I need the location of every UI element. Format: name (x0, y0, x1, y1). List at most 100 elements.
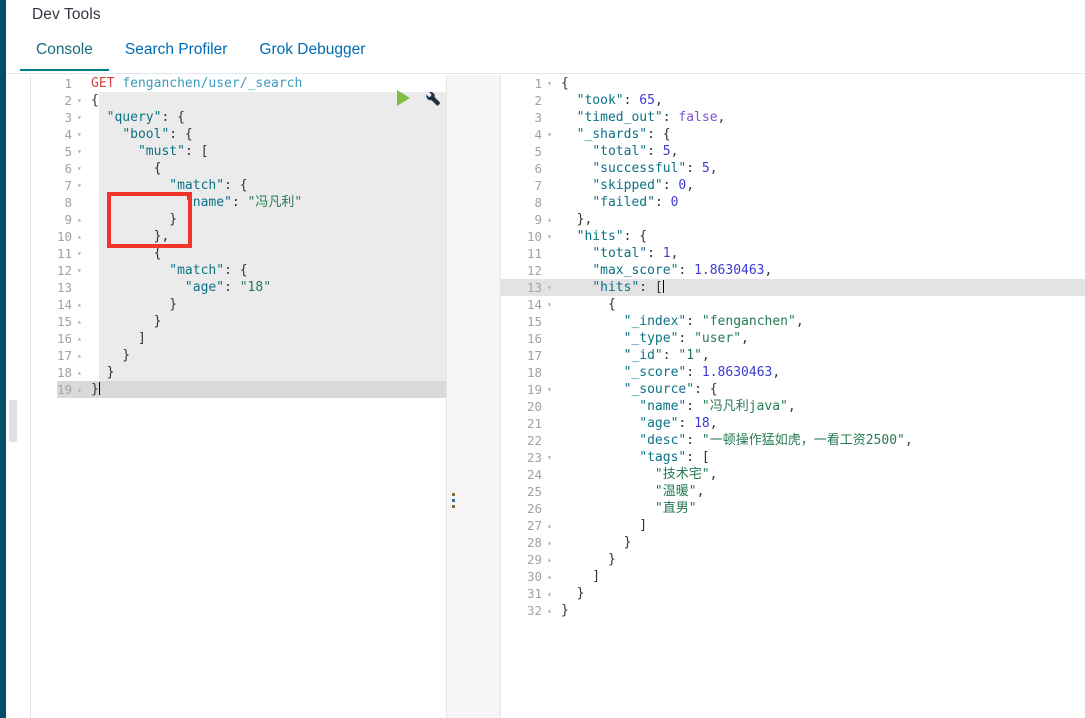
code-line[interactable]: 18 "_score": 1.8630463, (501, 364, 1085, 381)
code-text: } (91, 297, 178, 312)
fold-toggle-icon[interactable]: ▴ (75, 347, 88, 364)
fold-toggle-icon[interactable]: ▾ (75, 109, 88, 126)
code-line[interactable]: 3 ▾ "query": { (31, 109, 446, 126)
code-line[interactable]: 17 ▴ } (31, 347, 446, 364)
code-line[interactable]: 32 ▴} (501, 602, 1085, 619)
fold-toggle-icon[interactable]: ▾ (75, 177, 88, 194)
request-pane[interactable]: 1 GET fenganchen/user/_search 2 ▾{3 ▾ "query… (30, 75, 447, 718)
code-line[interactable]: 26 "直男" (501, 500, 1085, 517)
code-line[interactable]: 3 "timed_out": false, (501, 109, 1085, 126)
tab-search-profiler[interactable]: Search Profiler (109, 38, 244, 71)
code-line[interactable]: 5 "total": 5, (501, 143, 1085, 160)
code-line[interactable]: 7 ▾ "match": { (31, 177, 446, 194)
fold-toggle-icon[interactable]: ▴ (75, 296, 88, 313)
code-line[interactable]: 19 ▴} (31, 381, 446, 398)
line-number: 28 (526, 535, 542, 550)
code-line[interactable]: 21 "age": 18, (501, 415, 1085, 432)
code-line[interactable]: 27 ▴ ] (501, 517, 1085, 534)
fold-toggle-icon[interactable]: ▾ (75, 262, 88, 279)
code-line[interactable]: 9 ▴ }, (501, 211, 1085, 228)
code-line[interactable]: 4 ▾ "bool": { (31, 126, 446, 143)
code-line[interactable]: 12 "max_score": 1.8630463, (501, 262, 1085, 279)
code-line[interactable]: 10 ▾ "hits": { (501, 228, 1085, 245)
code-line[interactable]: 15 "_index": "fenganchen", (501, 313, 1085, 330)
code-line[interactable]: 25 "温暖", (501, 483, 1085, 500)
splitter-grip-icon[interactable] (452, 493, 455, 508)
tab-console[interactable]: Console (20, 38, 109, 71)
fold-toggle-icon[interactable]: ▴ (545, 211, 558, 228)
fold-toggle-icon[interactable]: ▴ (545, 602, 558, 619)
code-line[interactable]: 9 ▴ } (31, 211, 446, 228)
fold-toggle-icon[interactable]: ▴ (75, 330, 88, 347)
fold-toggle-icon[interactable]: ▴ (75, 211, 88, 228)
code-line[interactable]: 1 ▾{ (501, 75, 1085, 92)
code-text: { (91, 161, 162, 176)
code-line[interactable]: 14 ▾ { (501, 296, 1085, 313)
code-line[interactable]: 31 ▴ } (501, 585, 1085, 602)
fold-toggle-icon[interactable]: ▾ (75, 143, 88, 160)
code-line[interactable]: 28 ▴ } (501, 534, 1085, 551)
fold-toggle-icon[interactable]: ▾ (545, 381, 558, 398)
fold-toggle-icon[interactable]: ▾ (545, 449, 558, 466)
fold-toggle-icon[interactable]: ▾ (75, 92, 88, 109)
code-line[interactable]: 19 ▾ "_source": { (501, 381, 1085, 398)
code-line[interactable]: 18 ▴ } (31, 364, 446, 381)
code-line[interactable]: 12 ▾ "match": { (31, 262, 446, 279)
code-line[interactable]: 7 "skipped": 0, (501, 177, 1085, 194)
play-icon[interactable] (397, 89, 410, 106)
code-line[interactable]: 10 ▴ }, (31, 228, 446, 245)
fold-toggle-icon[interactable]: ▾ (545, 126, 558, 143)
fold-toggle-icon[interactable]: ▾ (75, 126, 88, 143)
fold-toggle-icon[interactable]: ▾ (75, 160, 88, 177)
code-line[interactable]: 20 "name": "冯凡利java", (501, 398, 1085, 415)
pane-splitter[interactable] (447, 75, 500, 718)
code-line[interactable]: 8 "failed": 0 (501, 194, 1085, 211)
code-line[interactable]: 13 ▾ "hits": [ (501, 279, 1085, 296)
fold-toggle-icon[interactable]: ▾ (545, 279, 558, 296)
code-line[interactable]: 4 ▾ "_shards": { (501, 126, 1085, 143)
code-line[interactable]: 8 "name": "冯凡利" (31, 194, 446, 211)
fold-toggle-icon[interactable]: ▴ (545, 568, 558, 585)
code-line[interactable]: 16 "_type": "user", (501, 330, 1085, 347)
fold-toggle-icon[interactable]: ▾ (545, 296, 558, 313)
code-line[interactable]: 30 ▴ ] (501, 568, 1085, 585)
code-line[interactable]: 22 "desc": "一顿操作猛如虎，一看工资2500", (501, 432, 1085, 449)
code-text: "tags": [ (639, 450, 710, 465)
fold-toggle-icon[interactable]: ▴ (75, 381, 88, 398)
dev-tools-window: Dev Tools Console Search Profiler Grok D… (0, 0, 1085, 718)
wrench-icon[interactable] (424, 89, 441, 106)
response-pane[interactable]: 1 ▾{2 "took": 65, 3 "timed_out": false, 4 ▾ … (500, 75, 1085, 718)
fold-toggle-icon[interactable]: ▾ (75, 245, 88, 262)
fold-toggle-icon[interactable]: ▴ (545, 534, 558, 551)
fold-toggle-icon[interactable]: ▴ (545, 551, 558, 568)
fold-toggle-icon[interactable]: ▴ (545, 585, 558, 602)
code-line[interactable]: 14 ▴ } (31, 296, 446, 313)
code-line[interactable]: 15 ▴ } (31, 313, 446, 330)
response-code[interactable]: 1 ▾{2 "took": 65, 3 "timed_out": false, 4 ▾ … (501, 75, 1085, 718)
request-code[interactable]: 1 GET fenganchen/user/_search 2 ▾{3 ▾ "query… (31, 75, 446, 718)
fold-toggle-icon[interactable]: ▴ (545, 517, 558, 534)
fold-toggle-icon[interactable]: ▾ (545, 75, 558, 92)
code-line[interactable]: 24 "技术宅", (501, 466, 1085, 483)
code-line[interactable]: 17 "_id": "1", (501, 347, 1085, 364)
code-line[interactable]: 2 "took": 65, (501, 92, 1085, 109)
code-line[interactable]: 23 ▾ "tags": [ (501, 449, 1085, 466)
fold-toggle-icon[interactable]: ▴ (75, 364, 88, 381)
code-line[interactable]: 5 ▾ "must": [ (31, 143, 446, 160)
code-line[interactable]: 16 ▴ ] (31, 330, 446, 347)
code-line[interactable]: 13 "age": "18" (31, 279, 446, 296)
code-line[interactable]: 29 ▴ } (501, 551, 1085, 568)
fold-toggle-icon[interactable]: ▴ (75, 228, 88, 245)
code-line[interactable]: 11 ▾ { (31, 245, 446, 262)
code-line[interactable]: 11 "total": 1, (501, 245, 1085, 262)
code-line[interactable]: 6 "successful": 5, (501, 160, 1085, 177)
fold-toggle-icon[interactable]: ▾ (545, 228, 558, 245)
fold-toggle-icon[interactable]: ▴ (75, 313, 88, 330)
vertical-scrollbar-thumb[interactable] (9, 400, 17, 442)
code-line[interactable]: 2 ▾{ (31, 92, 446, 109)
tab-grok-debugger[interactable]: Grok Debugger (243, 38, 381, 71)
line-number: 23 (526, 450, 542, 465)
code-line[interactable]: 6 ▾ { (31, 160, 446, 177)
code-line[interactable]: 1 GET fenganchen/user/_search (31, 75, 446, 92)
